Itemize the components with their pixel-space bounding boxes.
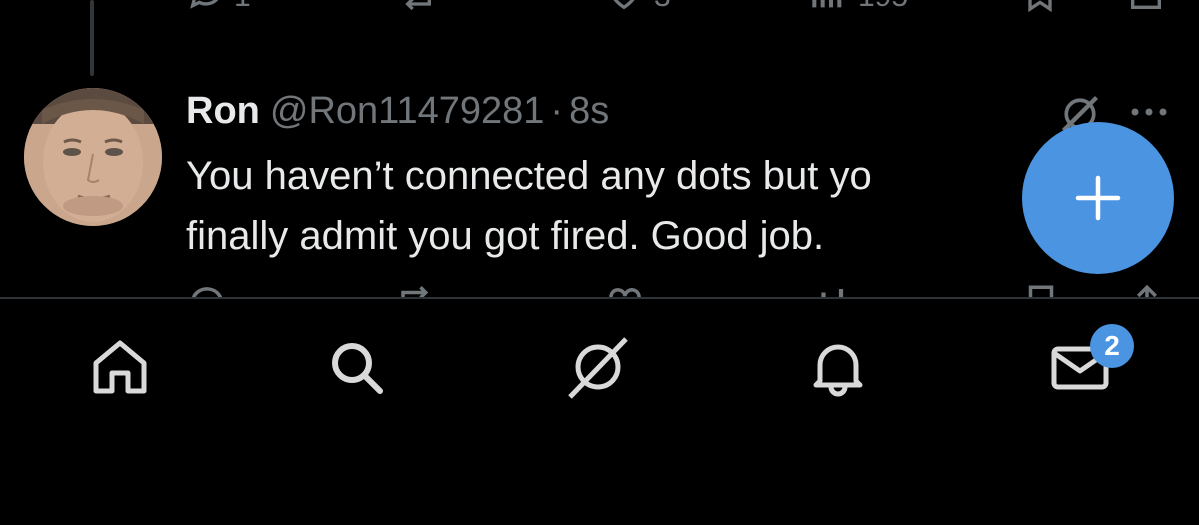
reply-button[interactable] <box>186 0 226 18</box>
author-name[interactable]: Ron <box>186 90 260 132</box>
more-icon <box>1131 108 1167 116</box>
tweet-actions <box>0 282 1199 297</box>
repost-icon <box>405 0 431 11</box>
bell-icon <box>813 344 863 397</box>
tab-search[interactable] <box>324 335 388 399</box>
tab-notifications[interactable] <box>806 335 870 399</box>
bookmark-icon <box>1028 285 1054 297</box>
messages-badge: 2 <box>1090 324 1134 368</box>
home-icon <box>93 340 147 394</box>
reply-icon <box>190 0 219 9</box>
like-button[interactable] <box>604 0 644 18</box>
previous-tweet-actions: 1 3 195 <box>0 0 1199 18</box>
plus-icon <box>1075 175 1121 221</box>
views-button[interactable] <box>806 282 848 297</box>
share-button[interactable] <box>1126 0 1166 18</box>
bottom-tab-bar <box>0 299 1199 525</box>
author-handle[interactable]: @Ron11479281 <box>270 90 545 132</box>
bookmark-button[interactable] <box>1020 0 1060 18</box>
heart-icon <box>613 0 635 10</box>
views-button[interactable] <box>806 0 846 18</box>
reply-count: 1 <box>234 0 251 14</box>
like-button[interactable] <box>604 282 646 297</box>
bookmark-button[interactable] <box>1020 282 1062 297</box>
tweet-timestamp[interactable]: 8s <box>569 90 609 132</box>
header-separator: · <box>550 90 564 132</box>
reply-icon <box>192 287 222 297</box>
tweet-header: Ron @Ron11479281 · 8s <box>186 86 609 136</box>
share-button[interactable] <box>1126 282 1168 297</box>
tab-grok[interactable] <box>566 335 630 399</box>
bookmark-icon <box>1028 0 1052 13</box>
search-icon <box>332 343 383 394</box>
repost-button[interactable] <box>396 0 436 18</box>
heart-icon <box>609 288 641 297</box>
tab-home[interactable] <box>88 335 152 399</box>
view-count: 195 <box>858 0 908 14</box>
views-icon <box>821 289 844 297</box>
tweet-text: You haven’t connected any dots but yo fi… <box>186 146 1066 266</box>
tweet-text-line: finally admit you got fired. Good job. <box>186 214 825 258</box>
timeline-feed: 1 3 195 <box>0 0 1199 297</box>
compose-post-button[interactable] <box>1022 122 1174 274</box>
repost-icon <box>401 286 429 297</box>
avatar-photo <box>24 88 162 226</box>
more-options-button[interactable] <box>1128 96 1170 128</box>
share-icon <box>1131 0 1161 9</box>
tweet-text-line: You haven’t connected any dots but yo <box>186 154 872 198</box>
like-count: 3 <box>654 0 671 14</box>
grok-icon <box>568 337 628 399</box>
reply-button[interactable] <box>186 282 228 297</box>
avatar[interactable] <box>24 88 162 226</box>
views-icon <box>812 0 842 8</box>
share-icon <box>1137 284 1157 297</box>
repost-button[interactable] <box>396 282 438 297</box>
